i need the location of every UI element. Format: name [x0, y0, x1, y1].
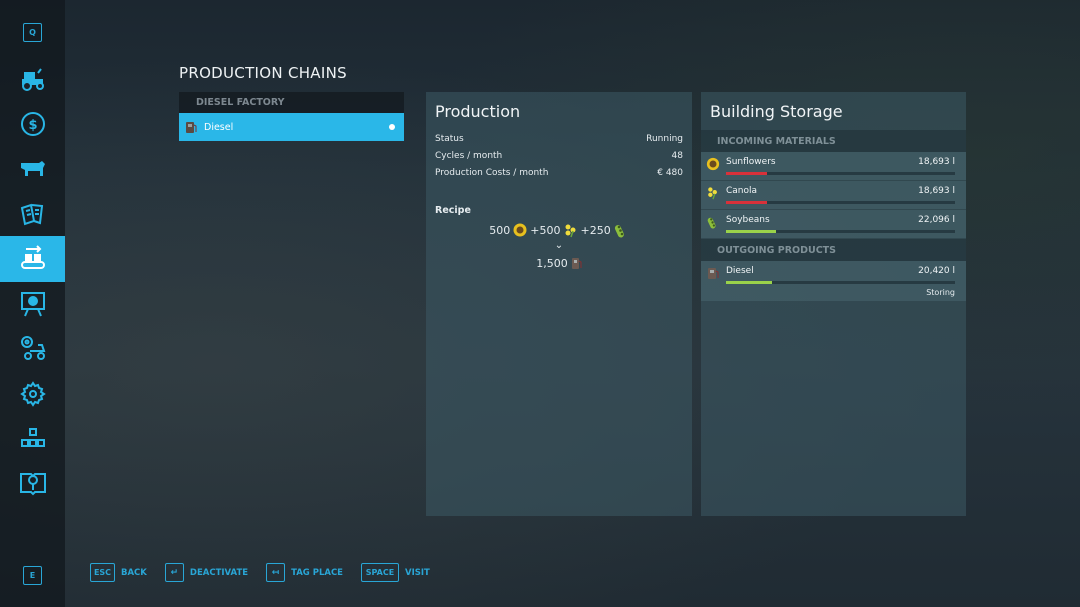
- recipe-amount-sunflowers: 500: [489, 223, 511, 237]
- storage-row-sunflowers: Sunflowers 18,693 l: [701, 152, 966, 180]
- fill-level: [726, 201, 768, 204]
- storage-row-diesel: Diesel 20,420 l Storing: [701, 261, 966, 301]
- presentation-icon: [20, 292, 45, 317]
- recipe-inputs: 500 +500 +250: [426, 222, 692, 238]
- fill-level: [726, 172, 768, 175]
- sidebar-item-finances[interactable]: $: [0, 102, 65, 146]
- product-amount: 20,420 l: [918, 266, 955, 276]
- sunflower-icon: [513, 223, 527, 237]
- fill-level: [726, 230, 777, 233]
- sidebar-item-settings[interactable]: [0, 372, 65, 416]
- soybean-icon: [614, 225, 624, 238]
- hint-label: TAG PLACE: [291, 567, 343, 578]
- recipe-amount-canola: +500: [530, 223, 561, 237]
- deactivate-button[interactable]: ↵ DEACTIVATE: [164, 563, 249, 582]
- page-title: PRODUCTION CHAINS: [179, 64, 347, 82]
- svg-text:$: $: [28, 118, 37, 133]
- chain-item-label: Diesel: [204, 121, 234, 133]
- fill-level: [726, 281, 772, 284]
- sidebar-item-production-chains[interactable]: [0, 236, 65, 282]
- recipe-output: 1,500: [426, 257, 692, 270]
- dollar-icon: $: [20, 112, 45, 136]
- chevron-down-icon: ⌄: [554, 240, 564, 251]
- fuel-can-icon: [571, 258, 582, 269]
- costs-row: Production Costs / month € 480: [426, 164, 692, 181]
- material-name: Canola: [726, 186, 758, 196]
- production-chain-list: DIESEL FACTORY Diesel: [179, 92, 404, 141]
- contracts-icon: [20, 203, 43, 226]
- hint-label: BACK: [121, 567, 147, 578]
- recipe-label: Recipe: [435, 205, 471, 216]
- storage-title: Building Storage: [710, 102, 843, 121]
- enter-key-icon: ↵: [164, 563, 184, 582]
- fuel-can-icon: [708, 268, 719, 279]
- status-value: Running: [646, 133, 683, 144]
- active-indicator-dot: [389, 124, 395, 130]
- storage-row-soybeans: Soybeans 22,096 l: [701, 210, 966, 238]
- esc-key-icon: ESC: [90, 563, 115, 582]
- material-name: Soybeans: [726, 215, 770, 225]
- storage-row-canola: Canola 18,693 l: [701, 181, 966, 209]
- help-book-icon: [19, 473, 46, 496]
- next-tab-key[interactable]: E: [0, 553, 65, 597]
- sidebar-item-garage[interactable]: [0, 326, 65, 370]
- vehicle-settings-icon: [20, 336, 45, 360]
- chain-item-diesel[interactable]: Diesel: [179, 113, 404, 141]
- fill-level-bar: [726, 172, 955, 175]
- fill-level-bar: [726, 201, 955, 204]
- sidebar-item-contracts[interactable]: [0, 192, 65, 236]
- product-name: Diesel: [726, 266, 754, 276]
- tractor-icon: [21, 68, 44, 91]
- visit-button[interactable]: SPACE VISIT: [360, 563, 430, 582]
- fill-level-bar: [726, 281, 955, 284]
- recipe-amount-soybeans: +250: [580, 223, 611, 237]
- building-storage-panel: Building Storage INCOMING MATERIALS Sunf…: [701, 92, 966, 516]
- production-icon: [20, 245, 45, 269]
- tab-key-icon: ↤: [266, 563, 286, 582]
- production-panel: Production Status Running Cycles / month…: [426, 92, 692, 516]
- sidebar-item-vehicles[interactable]: [0, 57, 65, 101]
- material-amount: 18,693 l: [918, 186, 955, 196]
- e-key-icon: E: [23, 565, 42, 585]
- fuel-can-icon: [186, 122, 197, 133]
- canola-icon: [708, 187, 717, 200]
- status-row: Status Running: [426, 130, 692, 147]
- fill-level-bar: [726, 230, 955, 233]
- costs-label: Production Costs / month: [435, 167, 549, 178]
- chain-group-header: DIESEL FACTORY: [179, 92, 404, 113]
- sidebar-item-help[interactable]: [0, 461, 65, 505]
- material-amount: 18,693 l: [918, 157, 955, 167]
- cycles-value: 48: [671, 150, 683, 161]
- tag-place-button[interactable]: ↤ TAG PLACE: [266, 563, 343, 582]
- costs-value: € 480: [657, 167, 683, 178]
- recipe-output-amount: 1,500: [536, 257, 568, 270]
- sidebar: Q $ E: [0, 0, 65, 607]
- sidebar-item-farms[interactable]: [0, 416, 65, 460]
- material-name: Sunflowers: [726, 157, 776, 167]
- product-status: Storing: [926, 288, 955, 297]
- cow-icon: [20, 161, 45, 176]
- canola-icon: [565, 224, 575, 238]
- status-label: Status: [435, 133, 464, 144]
- footer-hints: ESC BACK ↵ DEACTIVATE ↤ TAG PLACE SPACE …: [90, 563, 448, 582]
- hint-label: VISIT: [404, 567, 430, 578]
- soybean-icon: [707, 217, 716, 229]
- hierarchy-icon: [20, 428, 45, 447]
- sunflower-icon: [706, 157, 720, 171]
- space-key-icon: SPACE: [360, 563, 399, 582]
- outgoing-products-header: OUTGOING PRODUCTS: [701, 239, 966, 261]
- production-title: Production: [435, 102, 521, 121]
- cycles-row: Cycles / month 48: [426, 147, 692, 164]
- q-key-icon: Q: [23, 22, 42, 42]
- cycles-label: Cycles / month: [435, 150, 503, 161]
- material-amount: 22,096 l: [918, 215, 955, 225]
- incoming-materials-header: INCOMING MATERIALS: [701, 130, 966, 152]
- back-button[interactable]: ESC BACK: [90, 563, 147, 582]
- hint-label: DEACTIVATE: [189, 567, 249, 578]
- gear-icon: [19, 381, 46, 407]
- prev-tab-key[interactable]: Q: [0, 10, 65, 54]
- sidebar-item-statistics[interactable]: [0, 282, 65, 326]
- sidebar-item-animals[interactable]: [0, 146, 65, 190]
